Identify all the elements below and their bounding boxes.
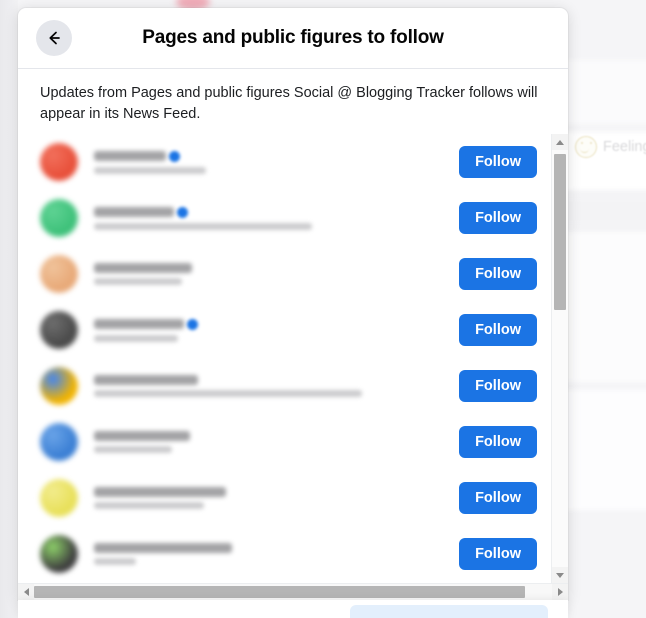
page-name — [94, 206, 459, 218]
scroll-left-arrow-icon[interactable] — [18, 584, 34, 600]
page-list-item[interactable]: Follow — [18, 134, 551, 190]
background-card — [560, 232, 646, 382]
page-list-item[interactable]: Follow — [18, 190, 551, 246]
page-name-text — [94, 375, 198, 386]
follow-button[interactable]: Follow — [459, 258, 537, 291]
page-name-text — [94, 207, 174, 218]
avatar — [40, 143, 78, 182]
page-info — [78, 263, 459, 286]
page-subtitle-text — [94, 446, 172, 454]
page-name-text — [94, 319, 184, 330]
follow-button[interactable]: Follow — [459, 202, 537, 235]
page-list-item[interactable]: Follow — [18, 246, 551, 302]
smiley-face-icon — [575, 136, 597, 158]
background-card — [560, 196, 646, 226]
page-subtitle-text — [94, 334, 178, 342]
page-title: Pages and public figures to follow — [142, 27, 444, 48]
page-name — [94, 318, 459, 330]
avatar — [40, 535, 78, 574]
page-subtitle-text — [94, 166, 206, 174]
pages-list: Follow Follow Follow Follow Follow Follow Foll… — [18, 134, 551, 582]
avatar — [40, 255, 78, 294]
scroll-right-arrow-icon[interactable] — [552, 584, 568, 600]
page-name — [94, 150, 459, 162]
verified-badge-icon — [177, 206, 188, 218]
page-list-item[interactable]: Follow — [18, 302, 551, 358]
horizontal-scroll-thumb[interactable] — [34, 586, 525, 598]
follow-button[interactable]: Follow — [459, 482, 537, 515]
vertical-scroll-track[interactable] — [552, 150, 568, 567]
background-card — [560, 390, 646, 510]
verified-badge-icon — [187, 318, 198, 330]
page-name-text — [94, 543, 232, 554]
list-region: Follow Follow Follow Follow Follow Follow Foll… — [18, 134, 568, 583]
scroll-up-arrow-icon[interactable] — [552, 134, 568, 151]
page-info — [78, 543, 459, 566]
dialog-header: Pages and public figures to follow — [18, 8, 568, 69]
page-info — [78, 431, 459, 454]
avatar — [40, 311, 78, 350]
back-arrow-icon[interactable] — [36, 20, 72, 56]
done-button[interactable] — [350, 605, 548, 618]
page-name-text — [94, 487, 226, 498]
page-list-item[interactable]: Follow — [18, 358, 551, 414]
page-subtitle-text — [94, 502, 204, 510]
page-subtitle-text — [94, 278, 182, 286]
avatar — [40, 199, 78, 238]
scroll-down-arrow-icon[interactable] — [552, 567, 568, 583]
page-info — [78, 375, 459, 398]
horizontal-scroll-track[interactable] — [34, 584, 552, 600]
page-subtitle-text — [94, 222, 312, 230]
horizontal-scrollbar[interactable] — [18, 583, 568, 600]
follow-pages-dialog: Pages and public figures to follow Updat… — [18, 8, 568, 600]
page-name — [94, 431, 459, 442]
page-info — [78, 150, 459, 174]
page-name — [94, 263, 459, 274]
page-name — [94, 543, 459, 554]
page-name-text — [94, 263, 192, 274]
page-subtitle-text — [94, 558, 136, 566]
pages-list-scroll-area: Follow Follow Follow Follow Follow Follow Foll… — [18, 134, 551, 583]
background-feeling-composer: Feeling/ — [575, 136, 646, 158]
vertical-scrollbar[interactable] — [551, 134, 568, 583]
page-list-item[interactable]: Follow — [18, 526, 551, 582]
page-list-item[interactable]: Follow — [18, 414, 551, 470]
follow-button[interactable]: Follow — [459, 426, 537, 459]
avatar — [40, 367, 78, 406]
page-info — [78, 206, 459, 230]
background-card — [560, 60, 646, 124]
dialog-description: Updates from Pages and public figures So… — [40, 85, 538, 122]
page-name-text — [94, 151, 166, 162]
page-name-text — [94, 431, 190, 442]
avatar — [40, 423, 78, 462]
verified-badge-icon — [169, 150, 180, 162]
page-info — [78, 318, 459, 342]
follow-button[interactable]: Follow — [459, 314, 537, 347]
follow-button[interactable]: Follow — [459, 538, 537, 571]
page-subtitle-text — [94, 390, 362, 398]
page-info — [78, 487, 459, 510]
vertical-scroll-thumb[interactable] — [554, 154, 566, 311]
avatar — [40, 479, 78, 518]
dialog-footer — [18, 600, 568, 618]
page-list-item[interactable]: Follow — [18, 470, 551, 526]
follow-button[interactable]: Follow — [459, 370, 537, 403]
background-left-gutter — [0, 0, 18, 618]
follow-button[interactable]: Follow — [459, 146, 537, 179]
page-name — [94, 375, 459, 386]
feeling-label: Feeling/ — [603, 139, 646, 155]
page-name — [94, 487, 459, 498]
